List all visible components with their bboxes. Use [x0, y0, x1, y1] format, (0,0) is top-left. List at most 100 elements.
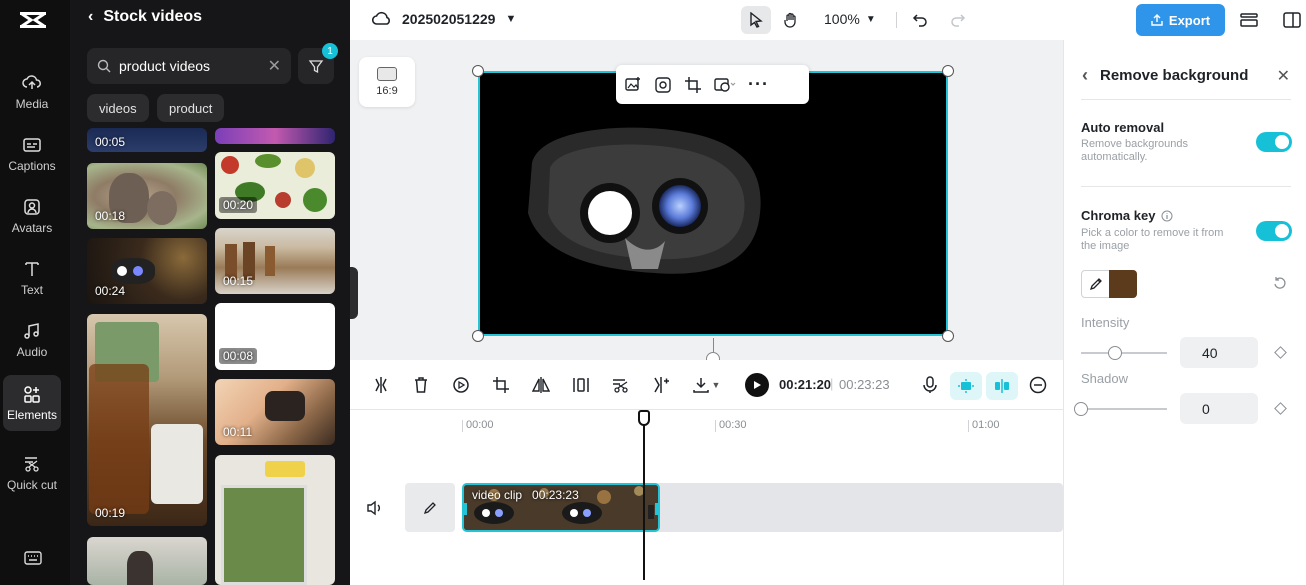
clear-search-icon[interactable]: ✕ [268, 56, 281, 76]
shadow-input[interactable]: 0 [1180, 393, 1258, 424]
capcut-logo-icon[interactable] [18, 8, 48, 32]
ruler-label: 00:00 [466, 419, 494, 431]
duration-label: 00:05 [95, 135, 126, 149]
project-name[interactable]: 202502051229 ▼ [372, 10, 516, 28]
record-voice-button[interactable] [919, 374, 941, 396]
delete-button[interactable] [410, 374, 432, 396]
more-options-icon[interactable]: ··· [748, 74, 769, 95]
redo-button[interactable] [943, 6, 973, 34]
remove-bg-icon[interactable] [654, 76, 672, 94]
upload-icon [1151, 14, 1163, 26]
auto-removal-toggle[interactable] [1256, 132, 1292, 152]
quick-cut-button[interactable] [610, 374, 632, 396]
video-thumb[interactable] [215, 455, 335, 585]
canvas-area: 16:9 ··· [350, 40, 1063, 366]
mask-icon[interactable] [714, 76, 736, 94]
zoom-out-button[interactable] [1027, 374, 1049, 396]
shadow-slider[interactable] [1081, 408, 1167, 410]
captions-icon [23, 138, 41, 152]
back-chevron-icon[interactable]: ‹ [1082, 65, 1088, 86]
replace-image-icon[interactable] [624, 76, 642, 94]
play-button[interactable] [745, 373, 769, 397]
rail-item-avatars[interactable]: Avatars [3, 188, 61, 244]
align-button[interactable] [986, 372, 1018, 400]
auto-removal-desc: Remove backgrounds automatically. [1081, 138, 1189, 163]
resize-handle[interactable] [942, 330, 954, 342]
filter-button[interactable]: 1 [298, 43, 338, 84]
video-thumb[interactable]: 00:08 [215, 303, 335, 370]
video-thumb[interactable] [215, 128, 335, 144]
edit-cover-button[interactable] [405, 483, 455, 532]
layers-button[interactable] [1234, 6, 1264, 34]
duration-label: 00:11 [223, 425, 253, 439]
rail-item-text[interactable]: Text [3, 250, 61, 306]
keyboard-icon[interactable] [24, 550, 42, 566]
resize-handle[interactable] [942, 65, 954, 77]
playhead-handle[interactable] [638, 410, 650, 426]
intensity-slider-knob[interactable] [1108, 346, 1122, 360]
intensity-input[interactable]: 40 [1180, 337, 1258, 368]
select-tool-button[interactable] [741, 6, 771, 34]
rail-item-captions[interactable]: Captions [3, 126, 61, 182]
rail-item-quick-cut[interactable]: Quick cut [3, 442, 61, 504]
video-thumb[interactable]: 00:18 [87, 163, 207, 229]
video-thumb[interactable]: 00:15 [215, 228, 335, 294]
undo-button[interactable] [905, 6, 935, 34]
duration-label: 00:08 [219, 348, 258, 364]
avatar-icon [24, 199, 40, 215]
chip-videos[interactable]: videos [87, 94, 149, 122]
split-button[interactable] [370, 374, 392, 396]
video-thumb[interactable]: 00:24 [87, 238, 207, 304]
duration-label: 00:20 [219, 197, 258, 213]
speed-button[interactable] [450, 374, 472, 396]
download-button[interactable]: ▼ [688, 374, 724, 396]
back-chevron-icon[interactable]: ‹ [88, 8, 93, 26]
intensity-slider[interactable] [1081, 352, 1167, 354]
resize-handle[interactable] [472, 65, 484, 77]
video-thumb[interactable]: 00:19 [87, 314, 207, 526]
video-thumb[interactable]: 00:11 [215, 379, 335, 445]
zoom-value: 100% [824, 11, 860, 27]
freeze-button[interactable] [570, 374, 592, 396]
shadow-slider-knob[interactable] [1074, 402, 1088, 416]
video-thumb[interactable]: 00:05 [87, 128, 207, 152]
panel-header: ‹ Remove background [1082, 65, 1248, 86]
trim-button[interactable] [650, 374, 672, 396]
export-button[interactable]: Export [1136, 4, 1225, 36]
keyframe-diamond-icon[interactable] [1274, 402, 1287, 415]
rail-item-media[interactable]: Media [3, 64, 61, 120]
search-input[interactable]: product videos ✕ [87, 48, 291, 84]
chroma-key-label: Chroma key [1081, 208, 1156, 223]
chroma-key-toggle[interactable] [1256, 221, 1292, 241]
resize-handle[interactable] [472, 330, 484, 342]
zoom-select[interactable]: 100% ▼ [824, 11, 876, 27]
hand-tool-button[interactable] [776, 6, 806, 34]
rail-item-elements[interactable]: Elements [3, 375, 61, 431]
keyframe-diamond-icon[interactable] [1274, 346, 1287, 359]
video-thumb[interactable] [87, 537, 207, 585]
clip-trim-handle-left[interactable] [464, 503, 467, 515]
flip-button[interactable] [530, 374, 552, 396]
volume-icon[interactable] [366, 500, 384, 516]
color-picker-button[interactable] [1081, 270, 1111, 298]
auto-snap-button[interactable] [950, 372, 982, 400]
clip-trim-handle-right[interactable] [655, 503, 658, 515]
video-clip[interactable]: video clip 00:23:23 [462, 483, 660, 532]
chip-product[interactable]: product [157, 94, 225, 122]
collapse-panel-handle[interactable] [350, 267, 358, 319]
rail-item-audio[interactable]: Audio [3, 312, 61, 368]
reset-icon[interactable] [1273, 276, 1287, 290]
toggle-panel-button[interactable] [1277, 6, 1306, 34]
nav-rail: Media Captions Avatars Text Audio Elemen… [0, 0, 70, 585]
chroma-color-swatch[interactable] [1109, 270, 1137, 298]
close-icon[interactable]: ✕ [1277, 66, 1290, 86]
video-preview[interactable]: ··· [478, 65, 948, 336]
panel-title: Remove background [1100, 67, 1249, 84]
playhead[interactable] [643, 410, 645, 580]
search-icon [97, 59, 111, 73]
video-thumb[interactable]: 00:20 [215, 152, 335, 219]
crop-icon[interactable] [684, 76, 702, 94]
crop-button[interactable] [490, 374, 512, 396]
info-icon[interactable] [1161, 210, 1173, 222]
aspect-ratio-button[interactable]: 16:9 [359, 57, 415, 107]
